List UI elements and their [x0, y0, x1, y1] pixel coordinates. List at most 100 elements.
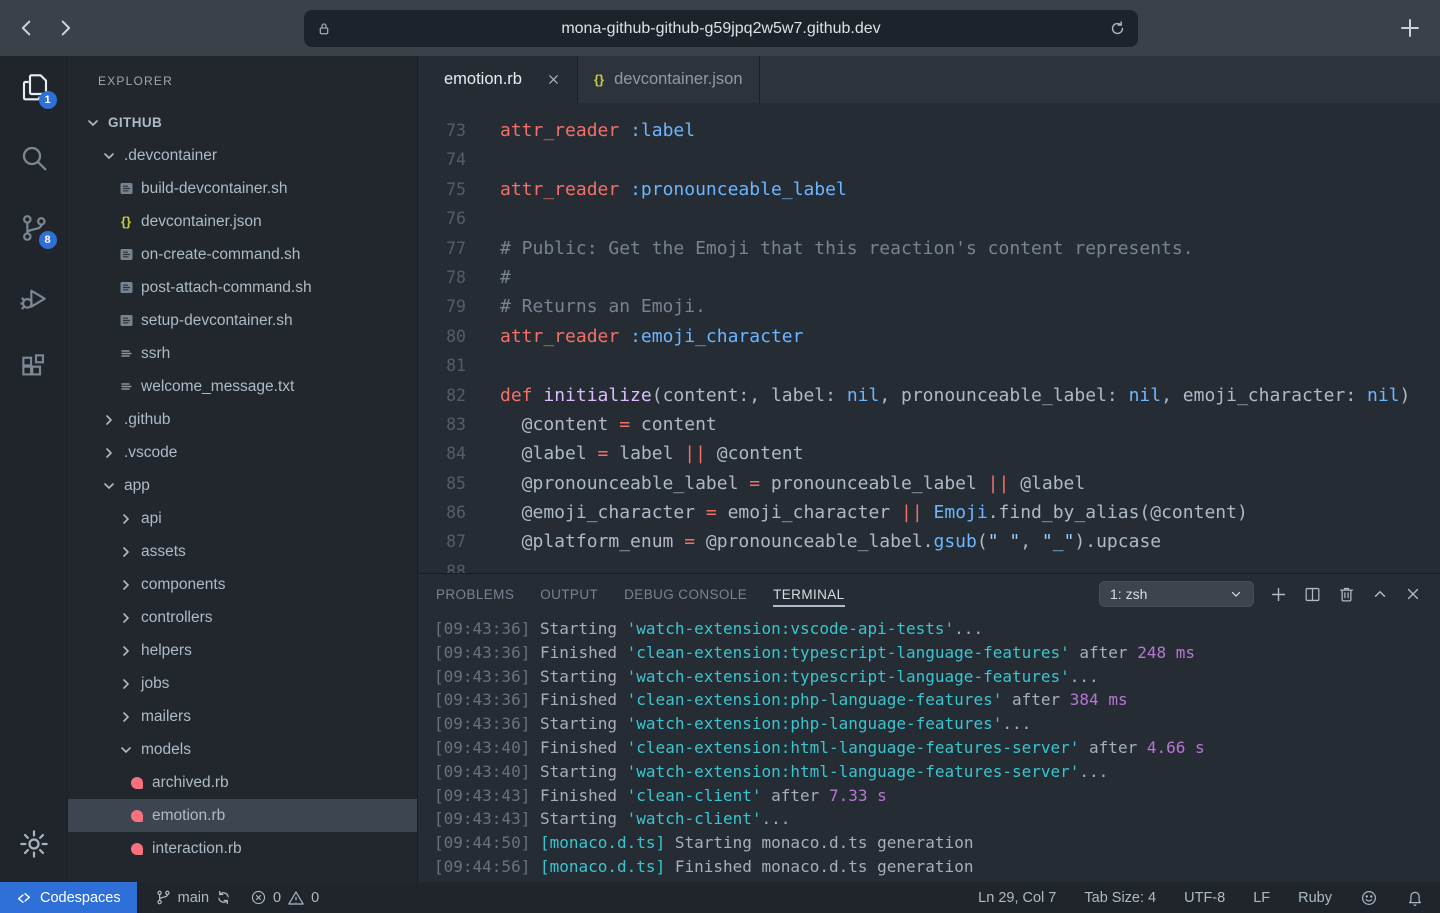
kill-terminal-icon[interactable]: [1337, 585, 1356, 604]
notifications-bell-icon[interactable]: [1406, 889, 1424, 907]
tree-item-welcome-message-txt[interactable]: welcome_message.txt: [68, 370, 417, 403]
url-bar[interactable]: mona-github-github-g59jpq2w5w7.github.de…: [304, 10, 1138, 47]
terminal-output[interactable]: [09:43:36] Starting 'watch-extension:vsc…: [418, 614, 1440, 882]
explorer-icon[interactable]: 1: [18, 72, 50, 104]
tree-item--vscode[interactable]: .vscode: [68, 436, 417, 469]
code-line[interactable]: 87 @platform_enum = @pronounceable_label…: [418, 527, 1440, 556]
refresh-icon[interactable]: [1109, 20, 1126, 37]
code-line[interactable]: 79# Returns an Emoji.: [418, 292, 1440, 321]
code-line[interactable]: 86 @emoji_character = emoji_character ||…: [418, 498, 1440, 527]
code-line[interactable]: 75attr_reader :pronounceable_label: [418, 175, 1440, 204]
line-number: 83: [418, 410, 466, 439]
problems-indicator[interactable]: 0 0: [250, 889, 319, 907]
panel-tab-problems[interactable]: PROBLEMS: [436, 574, 514, 614]
code-text: #: [500, 263, 511, 292]
tree-item-jobs[interactable]: jobs: [68, 667, 417, 700]
lock-icon: [316, 21, 332, 37]
search-icon[interactable]: [18, 142, 50, 174]
line-number: 86: [418, 498, 466, 527]
code-editor[interactable]: 73attr_reader :label7475attr_reader :pro…: [418, 103, 1440, 573]
extensions-icon[interactable]: [18, 352, 50, 384]
tree-item-devcontainer-json[interactable]: {}devcontainer.json: [68, 205, 417, 238]
line-number: 79: [418, 292, 466, 321]
tab-size[interactable]: Tab Size: 4: [1084, 890, 1156, 906]
tree-item-helpers[interactable]: helpers: [68, 634, 417, 667]
new-tab-icon[interactable]: [1398, 16, 1422, 40]
code-line[interactable]: 74: [418, 145, 1440, 174]
tree-item-components[interactable]: components: [68, 568, 417, 601]
maximize-panel-icon[interactable]: [1371, 585, 1389, 603]
tree-item-interaction-rb[interactable]: interaction.rb: [68, 832, 417, 865]
chevron-right-icon: [115, 676, 137, 692]
encoding[interactable]: UTF-8: [1184, 890, 1225, 906]
eol[interactable]: LF: [1253, 890, 1270, 906]
code-line[interactable]: 85 @pronounceable_label = pronounceable_…: [418, 469, 1440, 498]
shell-file-icon: [115, 248, 137, 261]
close-panel-icon[interactable]: [1404, 585, 1422, 603]
settings-gear-icon[interactable]: [18, 828, 50, 860]
terminal-line: [09:43:36] Finished 'clean-extension:php…: [434, 688, 1440, 712]
new-terminal-icon[interactable]: [1269, 585, 1288, 604]
remote-indicator[interactable]: Codespaces: [0, 882, 137, 913]
tree-item-assets[interactable]: assets: [68, 535, 417, 568]
tree-item-build-devcontainer-sh[interactable]: build-devcontainer.sh: [68, 172, 417, 205]
code-line[interactable]: 77# Public: Get the Emoji that this reac…: [418, 234, 1440, 263]
tree-item-archived-rb[interactable]: archived.rb: [68, 766, 417, 799]
source-control-icon[interactable]: 8: [18, 212, 50, 244]
tree-item--github[interactable]: .github: [68, 403, 417, 436]
close-tab-icon[interactable]: [546, 72, 561, 87]
code-line[interactable]: 83 @content = content: [418, 410, 1440, 439]
tree-item-mailers[interactable]: mailers: [68, 700, 417, 733]
tab-label: emotion.rb: [444, 70, 522, 89]
line-number: 85: [418, 469, 466, 498]
back-icon[interactable]: [16, 17, 38, 39]
code-line[interactable]: 88: [418, 557, 1440, 573]
code-line[interactable]: 78#: [418, 263, 1440, 292]
txt-file-icon: [115, 347, 137, 360]
panel-tab-output[interactable]: OUTPUT: [540, 574, 598, 614]
code-line[interactable]: 81: [418, 351, 1440, 380]
line-number: 84: [418, 439, 466, 468]
tree-item--devcontainer[interactable]: .devcontainer: [68, 139, 417, 172]
tree-item-github[interactable]: GITHUB: [68, 106, 417, 139]
code-line[interactable]: 76: [418, 204, 1440, 233]
code-line[interactable]: 82def initialize(content:, label: nil, p…: [418, 381, 1440, 410]
branch-indicator[interactable]: main: [155, 889, 232, 906]
tree-item-models[interactable]: models: [68, 733, 417, 766]
scm-badge: 8: [39, 231, 57, 249]
split-terminal-icon[interactable]: [1303, 585, 1322, 604]
tree-item-emotion-rb[interactable]: emotion.rb: [68, 799, 417, 832]
tree-item-label: ssrh: [141, 345, 170, 363]
tree-item-label: emotion.rb: [152, 807, 225, 825]
json-file-icon: {}: [115, 214, 137, 229]
panel-tab-debug-console[interactable]: DEBUG CONSOLE: [624, 574, 747, 614]
terminal-line: [09:43:36] Starting 'watch-extension:php…: [434, 712, 1440, 736]
code-text: def initialize(content:, label: nil, pro…: [500, 381, 1410, 410]
feedback-smiley-icon[interactable]: [1360, 889, 1378, 907]
editor-tab-emotion-rb[interactable]: emotion.rb: [418, 56, 578, 103]
panel-tab-terminal[interactable]: TERMINAL: [773, 574, 844, 614]
language-mode[interactable]: Ruby: [1298, 890, 1332, 906]
tree-item-on-create-command-sh[interactable]: on-create-command.sh: [68, 238, 417, 271]
tree-item-post-attach-command-sh[interactable]: post-attach-command.sh: [68, 271, 417, 304]
tree-item-app[interactable]: app: [68, 469, 417, 502]
tree-item-api[interactable]: api: [68, 502, 417, 535]
terminal-select[interactable]: 1: zsh: [1099, 581, 1254, 607]
tree-item-label: welcome_message.txt: [141, 378, 294, 396]
code-line[interactable]: 80attr_reader :emoji_character: [418, 322, 1440, 351]
tree-item-ssrh[interactable]: ssrh: [68, 337, 417, 370]
panel-header: PROBLEMS OUTPUT DEBUG CONSOLE TERMINAL 1: z…: [418, 574, 1440, 614]
chevron-right-icon: [115, 610, 137, 626]
code-line[interactable]: 84 @label = label || @content: [418, 439, 1440, 468]
code-line[interactable]: 73attr_reader :label: [418, 116, 1440, 145]
cursor-position[interactable]: Ln 29, Col 7: [978, 890, 1056, 906]
editor-tab-devcontainer-json[interactable]: {}devcontainer.json: [578, 56, 760, 103]
run-debug-icon[interactable]: [18, 282, 50, 314]
code-text: @emoji_character = emoji_character || Em…: [500, 498, 1248, 527]
tree-item-setup-devcontainer-sh[interactable]: setup-devcontainer.sh: [68, 304, 417, 337]
terminal-line: [09:44:50] [monaco.d.ts] Starting monaco…: [434, 831, 1440, 855]
tree-item-controllers[interactable]: controllers: [68, 601, 417, 634]
forward-icon[interactable]: [54, 17, 76, 39]
shell-file-icon: [115, 281, 137, 294]
tab-label: devcontainer.json: [614, 70, 742, 89]
